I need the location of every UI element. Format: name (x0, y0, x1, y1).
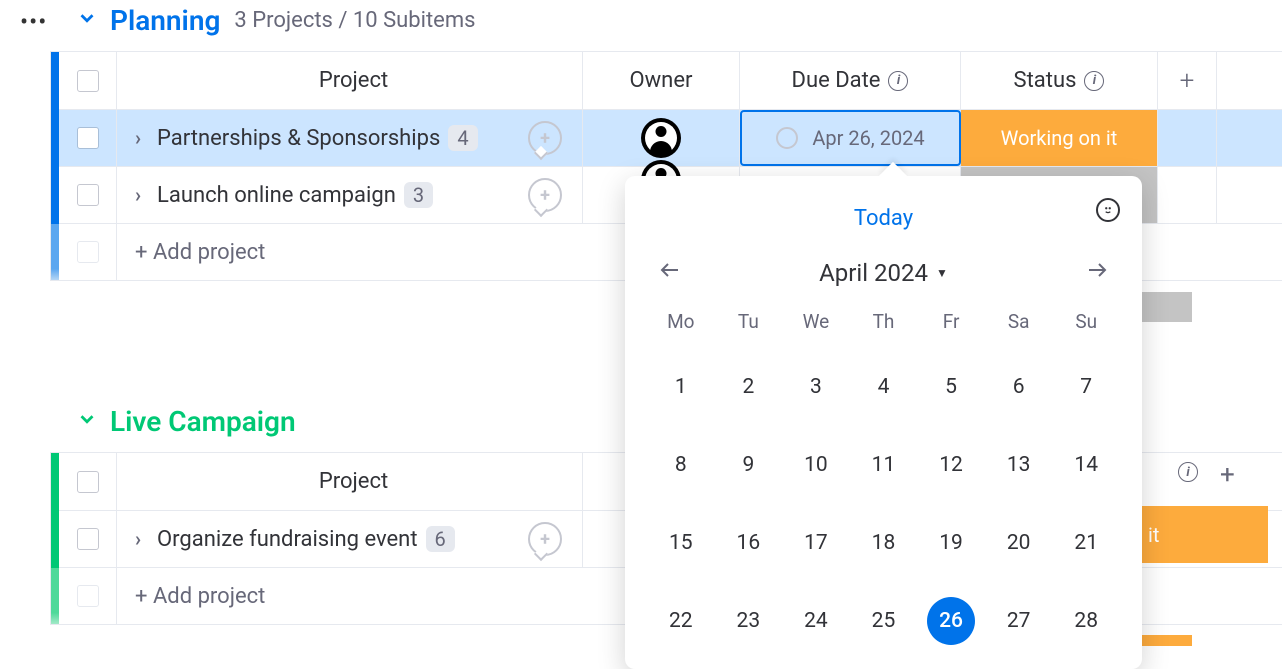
column-status[interactable]: Status (1014, 68, 1077, 93)
row-checkbox[interactable] (77, 127, 99, 149)
calendar-day[interactable]: 6 (995, 363, 1043, 411)
add-comment-button[interactable]: + (528, 178, 562, 212)
calendar-day[interactable]: 9 (724, 441, 772, 489)
calendar-day[interactable]: 15 (657, 519, 705, 567)
calendar-day[interactable]: 2 (724, 363, 772, 411)
calendar-day[interactable]: 24 (792, 597, 840, 645)
status-cell-partial[interactable]: it (1142, 506, 1268, 563)
calendar-day[interactable]: 23 (724, 597, 772, 645)
column-due-date[interactable]: Due Date (792, 68, 881, 93)
today-button[interactable]: Today (625, 196, 1142, 255)
day-of-week-label: Su (1052, 310, 1120, 333)
calendar-day[interactable]: 12 (927, 441, 975, 489)
column-project[interactable]: Project (319, 469, 388, 494)
day-of-week-label: Tu (715, 310, 783, 333)
calendar-day[interactable]: 5 (927, 363, 975, 411)
caret-down-icon: ▼ (936, 266, 948, 280)
add-project-label: + Add project (135, 240, 265, 265)
info-icon[interactable]: i (1178, 462, 1198, 482)
calendar-day[interactable]: 14 (1062, 441, 1110, 489)
info-icon[interactable]: i (1084, 71, 1104, 91)
day-of-week-label: We (782, 310, 850, 333)
column-owner[interactable]: Owner (630, 68, 693, 93)
calendar-day[interactable]: 7 (1062, 363, 1110, 411)
day-of-week-label: Fr (917, 310, 985, 333)
date-picker-popup: Today April 2024▼ MoTuWeThFrSaSu12345678… (625, 176, 1142, 669)
table-row[interactable]: › Partnerships & Sponsorships 4 + Apr 26… (51, 110, 1282, 167)
add-column-button[interactable]: + (1180, 66, 1195, 96)
calendar-day[interactable]: 27 (995, 597, 1043, 645)
group-header-planning[interactable]: Planning 3 Projects / 10 Subitems (0, 0, 1282, 51)
calendar-day[interactable]: 22 (657, 597, 705, 645)
project-name[interactable]: Organize fundraising event (157, 527, 417, 552)
add-comment-button[interactable]: + (528, 522, 562, 556)
group-subtitle: 3 Projects / 10 Subitems (234, 8, 475, 33)
calendar-day[interactable]: 3 (792, 363, 840, 411)
empty-cell (1158, 167, 1217, 223)
column-project[interactable]: Project (319, 68, 388, 93)
group-title: Planning (110, 4, 220, 37)
expand-icon[interactable]: › (135, 126, 141, 150)
day-of-week-label: Sa (985, 310, 1053, 333)
chevron-down-icon (76, 7, 98, 35)
row-checkbox[interactable] (77, 184, 99, 206)
calendar-day[interactable]: 25 (859, 597, 907, 645)
row-checkbox[interactable] (77, 528, 99, 550)
calendar-day[interactable]: 8 (657, 441, 705, 489)
calendar-day[interactable]: 11 (859, 441, 907, 489)
select-all-checkbox[interactable] (77, 471, 99, 493)
subitem-count: 3 (404, 182, 433, 208)
status-cell-partial (1142, 635, 1192, 646)
calendar-day[interactable]: 4 (859, 363, 907, 411)
calendar-day[interactable]: 21 (1062, 519, 1110, 567)
empty-cell (1158, 110, 1217, 166)
select-all-checkbox[interactable] (77, 70, 99, 92)
add-project-label: + Add project (135, 584, 265, 609)
project-name[interactable]: Partnerships & Sponsorships (157, 126, 440, 151)
expand-icon[interactable]: › (135, 527, 141, 551)
calendar-day[interactable]: 28 (1062, 597, 1110, 645)
expand-icon[interactable]: › (135, 183, 141, 207)
status-cell-partial (1142, 292, 1192, 322)
calendar-day[interactable]: 10 (792, 441, 840, 489)
prev-month-button[interactable] (655, 255, 685, 290)
owner-avatar[interactable] (641, 118, 681, 158)
calendar-day[interactable]: 18 (859, 519, 907, 567)
calendar-day[interactable]: 16 (724, 519, 772, 567)
due-date-cell[interactable]: Apr 26, 2024 (740, 110, 961, 166)
calendar-day[interactable]: 26 (927, 597, 975, 645)
calendar-day[interactable]: 13 (995, 441, 1043, 489)
calendar-day[interactable]: 17 (792, 519, 840, 567)
date-status-icon (776, 127, 798, 149)
calendar-day[interactable]: 20 (995, 519, 1043, 567)
calendar-day[interactable]: 19 (927, 519, 975, 567)
subitem-count: 4 (448, 125, 477, 151)
add-column-button[interactable]: + (1220, 460, 1235, 490)
month-selector[interactable]: April 2024▼ (819, 259, 948, 287)
row-checkbox (77, 241, 99, 263)
add-comment-button[interactable]: + (528, 121, 562, 155)
status-cell[interactable]: Working on it (961, 110, 1158, 166)
due-date-text: Apr 26, 2024 (812, 126, 924, 150)
chevron-down-icon (76, 408, 98, 436)
next-month-button[interactable] (1082, 255, 1112, 290)
calendar-day[interactable]: 1 (657, 363, 705, 411)
row-checkbox (77, 585, 99, 607)
day-of-week-label: Th (850, 310, 918, 333)
day-of-week-label: Mo (647, 310, 715, 333)
info-icon[interactable]: i (888, 71, 908, 91)
table-header: Project Owner Due Datei Statusi + (51, 52, 1282, 110)
group-title: Live Campaign (110, 405, 296, 438)
subitem-count: 6 (426, 526, 455, 552)
smiley-icon[interactable] (1096, 198, 1120, 222)
project-name[interactable]: Launch online campaign (157, 183, 396, 208)
